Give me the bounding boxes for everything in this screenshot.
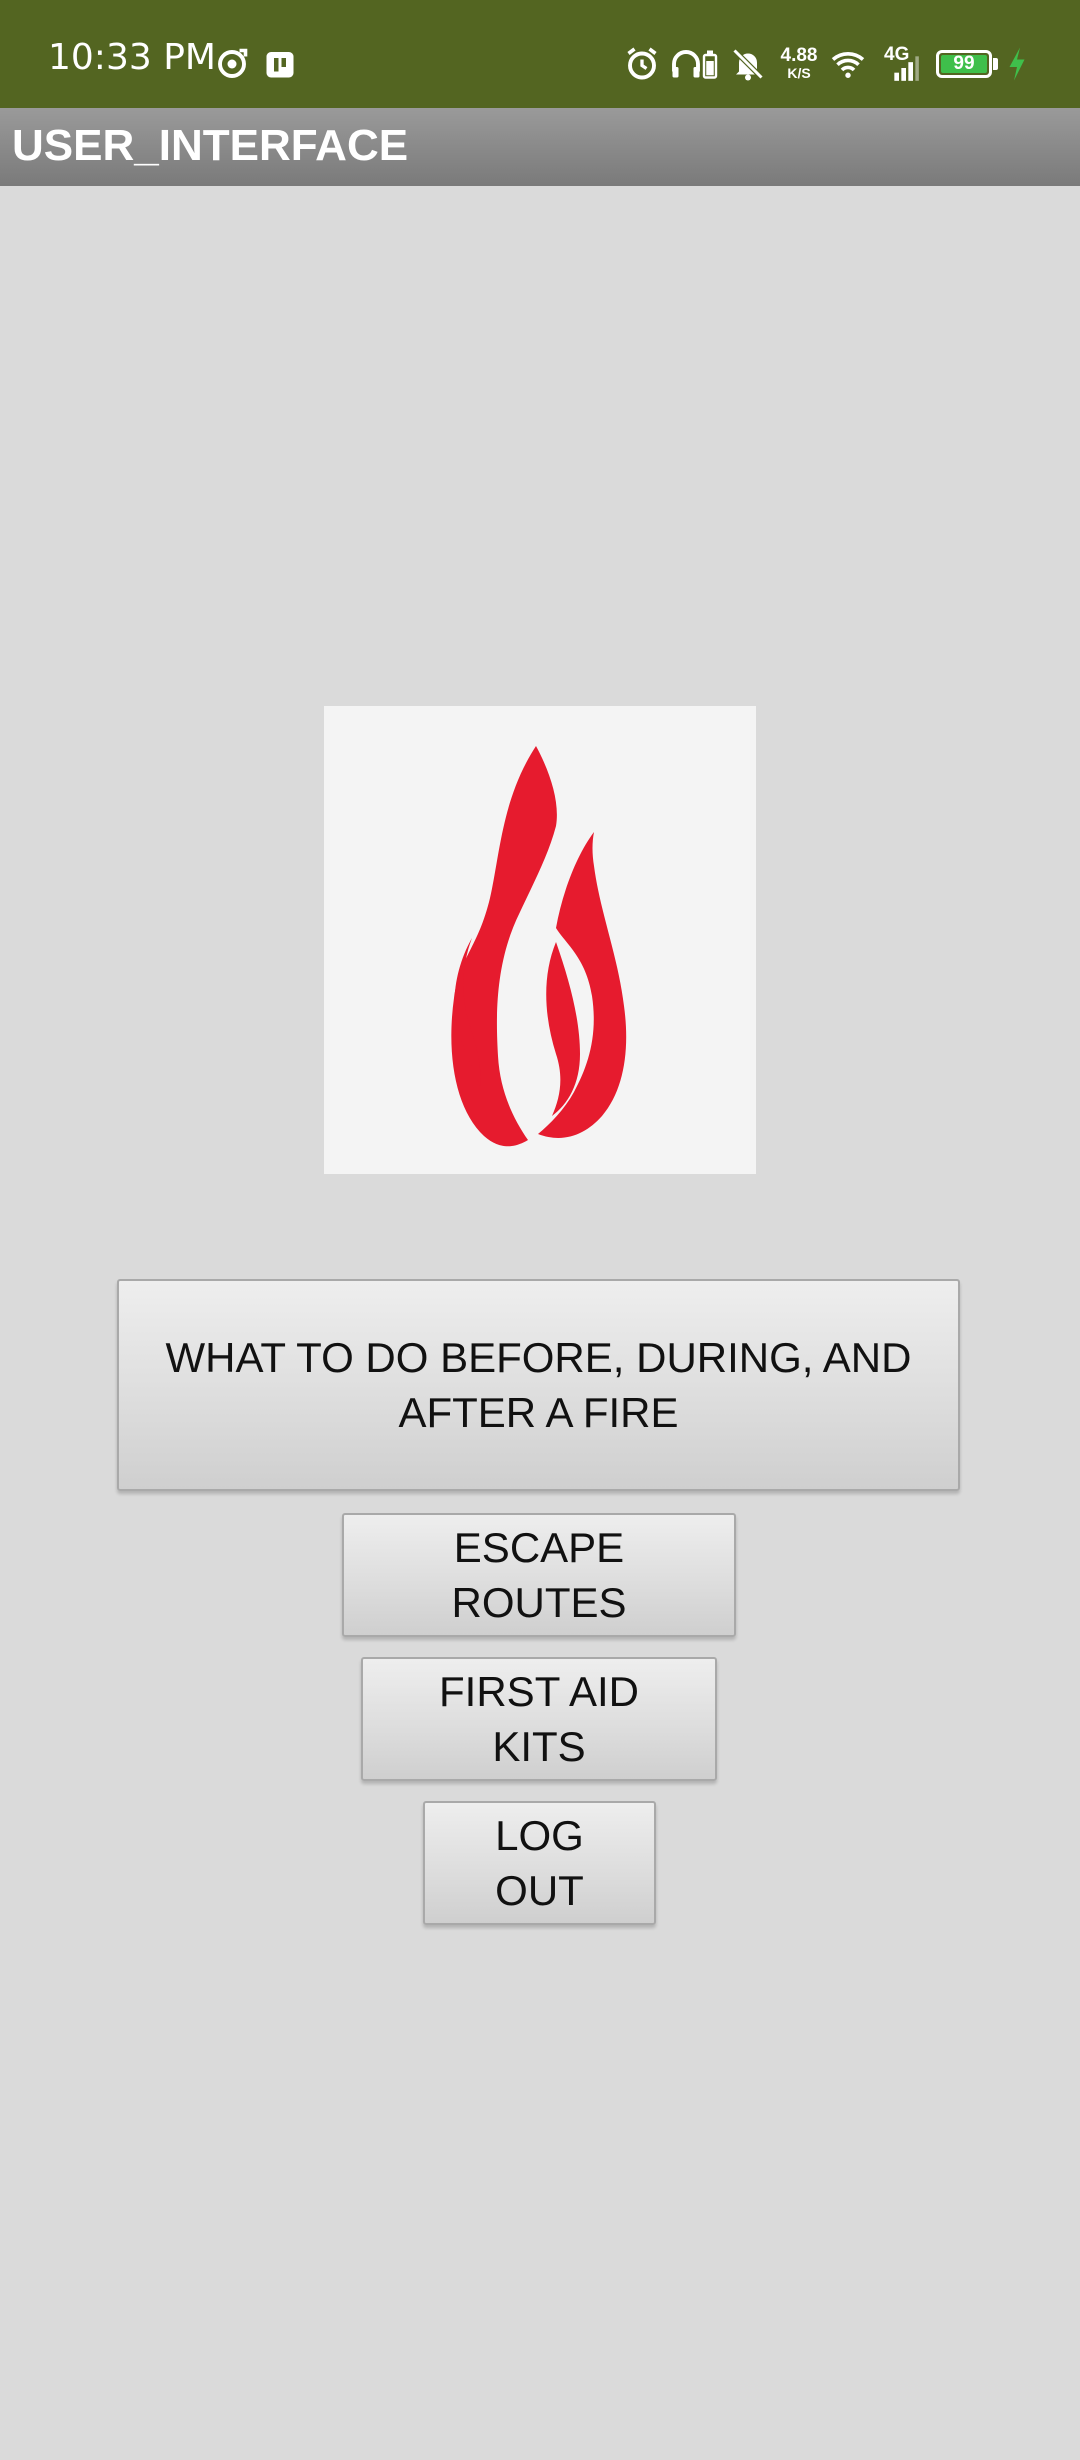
sync-icon (214, 46, 250, 82)
signal-icon (892, 54, 920, 82)
alarm-icon (624, 46, 660, 82)
fire-logo (324, 706, 756, 1174)
page-title: USER_INTERFACE (12, 121, 409, 170)
wifi-icon (828, 46, 868, 82)
status-time: 10:33 PM (48, 37, 216, 78)
battery-indicator: 99 (936, 50, 992, 78)
notifications-muted-icon (730, 46, 766, 82)
charging-icon (1004, 46, 1030, 82)
status-bar: 10:33 PM 4.88 K/S 4G 99 (0, 0, 1080, 108)
app-notification-icon (262, 46, 298, 82)
headphone-battery-icon (700, 46, 720, 82)
battery-tip (993, 58, 998, 70)
network-speed: 4.88 K/S (776, 46, 822, 80)
network-speed-unit: K/S (787, 65, 811, 81)
fire-safety-tips-button[interactable]: WHAT TO DO BEFORE, DURING, AND AFTER A F… (117, 1279, 960, 1491)
escape-routes-button[interactable]: ESCAPE ROUTES (342, 1513, 736, 1637)
first-aid-kits-button[interactable]: FIRST AID KITS (361, 1657, 717, 1781)
battery-level: 99 (953, 53, 975, 74)
headphones-icon (668, 46, 704, 82)
app-bar: USER_INTERFACE (0, 108, 1080, 186)
fire-flame-icon (451, 746, 627, 1147)
log-out-button[interactable]: LOG OUT (423, 1801, 656, 1925)
network-speed-value: 4.88 (780, 45, 818, 66)
